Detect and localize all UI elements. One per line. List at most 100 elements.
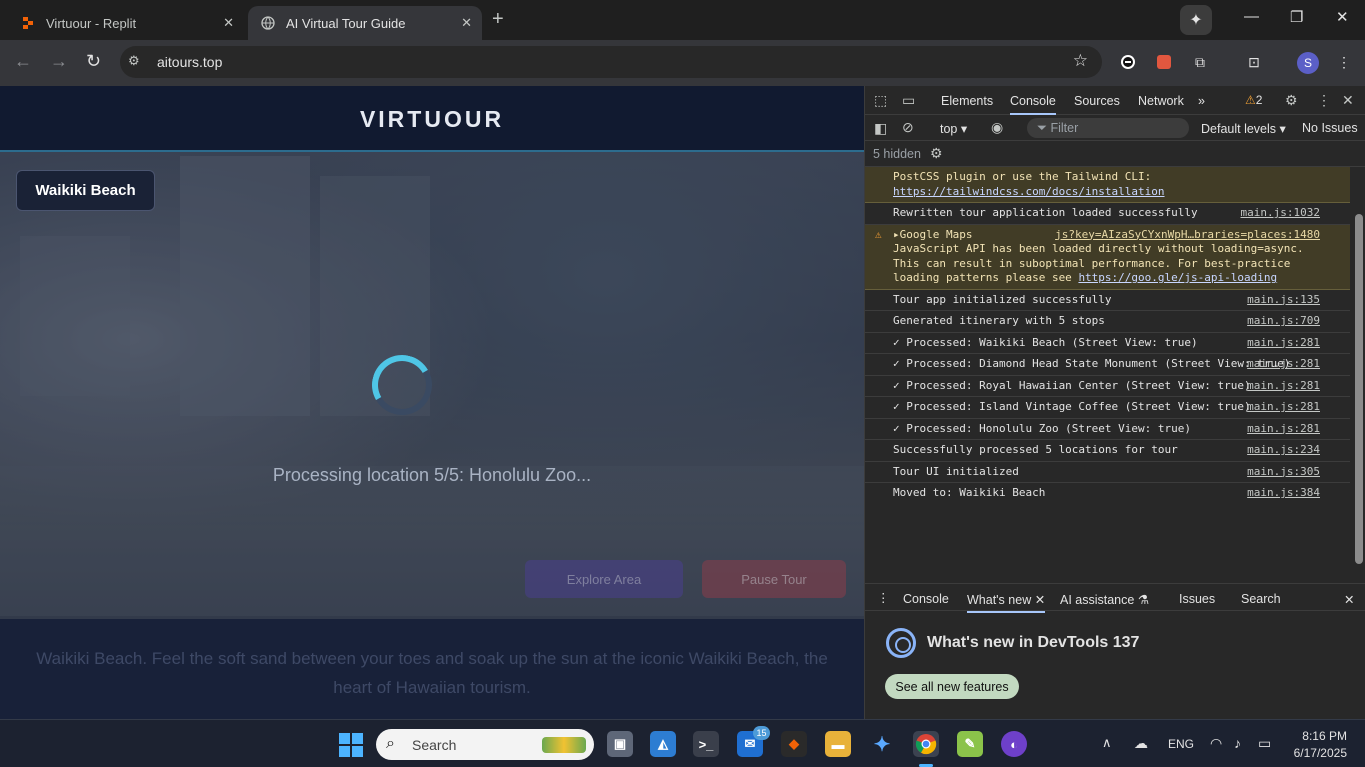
log-link[interactable]: https://goo.gle/js-api-loading [1078,271,1277,284]
profile-avatar[interactable]: S [1297,52,1319,74]
close-tab-icon[interactable]: ✕ [223,15,234,31]
drawer-tab-console[interactable]: Console [903,592,949,606]
url-text[interactable]: aitours.top [157,54,222,70]
log-source-link[interactable]: main.js:709 [1247,314,1320,329]
chrome-app-icon[interactable] [913,731,939,757]
devtools-menu-icon[interactable]: ⋮ [1317,92,1331,109]
console-message[interactable]: ✓ Processed: Honolulu Zoo (Street View: … [865,419,1350,440]
log-source-link[interactable]: js?key=AIzaSyCYxnWpH…braries=places:1480 [1055,228,1320,243]
scrollbar-thumb[interactable] [1355,214,1363,564]
clock-date[interactable]: 6/17/2025 [1275,746,1347,760]
log-source-link[interactable]: main.js:281 [1247,400,1320,415]
drawer-tab-ai-assistance[interactable]: AI assistance ⚗ [1060,592,1149,607]
clock-time[interactable]: 8:16 PM [1285,729,1347,743]
replit-app-icon[interactable]: ◆ [781,731,807,757]
live-expression-eye-icon[interactable]: ◉ [991,119,1003,136]
log-source-link[interactable]: main.js:135 [1247,293,1320,308]
close-devtools-icon[interactable]: ✕ [1342,92,1354,109]
tab-replit[interactable]: Virtuour - Replit ✕ [8,6,244,40]
log-levels-dropdown[interactable]: Default levels ▾ [1201,121,1286,136]
gemini-icon[interactable]: ✦ [1180,5,1212,35]
notepad-app-icon[interactable]: ✎ [957,731,983,757]
reload-icon[interactable]: ↻ [86,51,101,72]
bookmark-star-icon[interactable]: ☆ [1073,51,1088,71]
drawer-tab-search[interactable]: Search [1241,592,1281,606]
console-warning[interactable]: ⚠ js?key=AIzaSyCYxnWpH…braries=places:14… [865,224,1350,290]
tab-console[interactable]: Console [1010,94,1056,115]
tab-ai-virtual-tour-guide[interactable]: AI Virtual Tour Guide ✕ [248,6,482,40]
extensions-puzzle-icon[interactable]: ⧉ [1190,52,1210,72]
sidebar-toggle-icon[interactable]: ◧ [874,120,887,137]
clear-console-icon[interactable]: ⊘ [902,119,914,136]
site-info-icon[interactable]: ⚙ [128,53,140,69]
log-source-link[interactable]: main.js:305 [1247,465,1320,480]
log-link[interactable]: https://tailwindcss.com/docs/installatio… [893,185,1165,198]
minimize-icon[interactable]: — [1244,8,1259,25]
tab-elements[interactable]: Elements [941,94,993,108]
console-message[interactable]: Moved to: Waikiki Beach main.js:384 [865,483,1350,504]
copilot-app-icon[interactable]: ✦ [869,731,895,757]
taskbar-search-box[interactable]: ⌕ Search [376,729,594,760]
terminal-app-icon[interactable]: >_ [693,731,719,757]
console-message[interactable]: ✓ Processed: Diamond Head State Monument… [865,354,1350,376]
log-source-link[interactable]: main.js:281 [1247,379,1320,394]
log-source-link[interactable]: main.js:384 [1247,486,1320,501]
battery-icon[interactable]: ▭ [1258,735,1271,752]
warning-counter[interactable]: ⚠2 [1245,93,1262,107]
expand-arrow-icon[interactable]: ▸ [893,228,900,241]
drawer-tab-whats-new[interactable]: What's new ✕ [967,592,1046,613]
new-tab-button[interactable]: + [492,8,504,31]
more-tabs-icon[interactable]: » [1198,94,1205,108]
console-message[interactable]: Rewritten tour application loaded succes… [865,203,1350,225]
browser-menu-icon[interactable]: ⋮ [1334,52,1354,72]
console-filter-input[interactable]: ⏷ Filter [1027,118,1189,138]
back-icon[interactable]: ← [14,51,32,72]
drawer-tab-issues[interactable]: Issues [1179,592,1215,606]
console-message[interactable]: Generated itinerary with 5 stops main.js:… [865,311,1350,333]
language-indicator[interactable]: ENG [1168,737,1194,751]
close-drawer-icon[interactable]: ✕ [1344,592,1354,607]
tab-network[interactable]: Network [1138,94,1184,108]
github-app-icon[interactable]: ◐ [1001,731,1027,757]
console-message[interactable]: ✓ Processed: Royal Hawaiian Center (Stre… [865,376,1350,397]
close-tab-icon[interactable]: ✕ [461,15,472,31]
tab-search-icon[interactable]: ⊡ [1244,52,1264,72]
address-bar[interactable]: ⚙ aitours.top ☆ [120,46,1102,78]
log-source-link[interactable]: main.js:234 [1247,443,1320,458]
console-message[interactable]: ✓ Processed: Island Vintage Coffee (Stre… [865,397,1350,419]
close-drawer-tab-icon[interactable]: ✕ [1035,593,1045,607]
location-button[interactable]: Waikiki Beach [16,170,155,211]
restore-icon[interactable]: ❐ [1290,8,1303,26]
console-message[interactable]: Successfully processed 5 locations for t… [865,440,1350,462]
forward-icon[interactable]: → [50,51,68,72]
log-source-link[interactable]: main.js:281 [1247,357,1320,372]
photos-app-icon[interactable]: ◭ [650,731,676,757]
issues-label[interactable]: No Issues [1302,121,1358,135]
console-settings-gear-icon[interactable]: ⚙ [930,145,943,162]
device-toolbar-icon[interactable]: ▭ [902,92,915,109]
drawer-menu-icon[interactable]: ⋮ [877,590,890,605]
log-source-link[interactable]: main.js:281 [1247,422,1320,437]
onedrive-icon[interactable]: ☁ [1134,735,1148,752]
console-message[interactable]: ✓ Processed: Waikiki Beach (Street View:… [865,333,1350,354]
settings-gear-icon[interactable]: ⚙ [1285,92,1298,109]
inspect-element-icon[interactable]: ⬚ [874,92,887,109]
extension-acrobat-icon[interactable] [1154,52,1174,72]
wifi-icon[interactable]: ◠ [1210,735,1222,752]
close-window-icon[interactable]: ✕ [1336,8,1349,26]
context-selector[interactable]: top ▾ [940,121,967,136]
extension-dark-reader-icon[interactable] [1118,52,1138,72]
see-all-features-button[interactable]: See all new features [885,674,1019,699]
log-source-link[interactable]: main.js:281 [1247,336,1320,351]
explore-area-button[interactable]: Explore Area [525,560,683,598]
console-message[interactable]: Tour UI initialized main.js:305 [865,462,1350,483]
console-warning[interactable]: PostCSS plugin or use the Tailwind CLI: … [865,167,1350,203]
task-view-icon[interactable]: ▣ [607,731,633,757]
log-source-link[interactable]: main.js:1032 [1241,206,1320,221]
pause-tour-button[interactable]: Pause Tour [702,560,846,598]
volume-icon[interactable]: ♪ [1234,735,1241,751]
console-message[interactable]: Tour app initialized successfully main.js… [865,290,1350,311]
show-hidden-icons-chevron[interactable]: ∧ [1102,735,1112,751]
windows-start-icon[interactable] [339,733,363,757]
console-scrollbar[interactable] [1351,167,1365,581]
